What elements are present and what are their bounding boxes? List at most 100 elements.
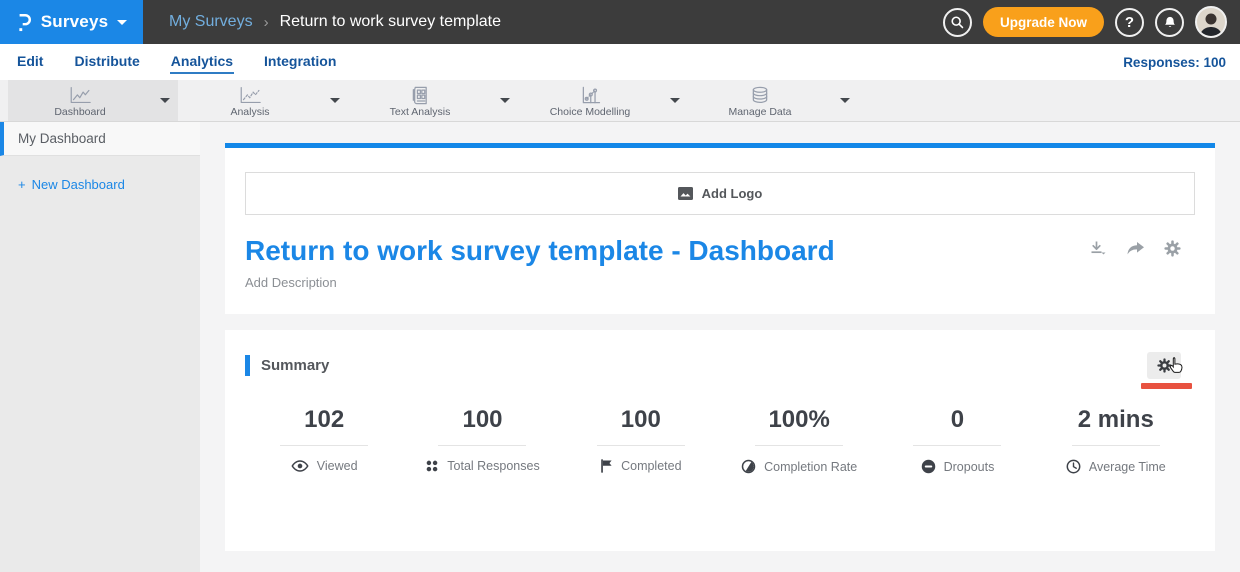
scatter-chart-icon — [579, 86, 601, 105]
add-description[interactable]: Add Description — [245, 275, 1195, 290]
settings-button[interactable] — [1164, 240, 1181, 257]
chevron-down-icon — [840, 98, 850, 103]
stat-value: 100 — [562, 406, 720, 434]
stat-label-row: Total Responses — [403, 459, 561, 473]
toolbar-item-label: Dashboard — [54, 106, 105, 118]
tab-analytics[interactable]: Analytics — [170, 50, 234, 74]
analysis-menu-caret[interactable] — [322, 98, 348, 103]
avatar[interactable] — [1195, 6, 1227, 38]
new-dashboard-button[interactable]: + New Dashboard — [18, 177, 200, 192]
summary-card: Summary — [225, 330, 1215, 551]
section-tabs: Edit Distribute Analytics Integration Re… — [0, 44, 1240, 80]
stat-value: 100 — [403, 406, 561, 434]
top-header: Surveys My Surveys › Return to work surv… — [0, 0, 1240, 44]
stat-value: 2 mins — [1037, 406, 1195, 434]
page-body: My Dashboard + New Dashboard Add Logo Re… — [0, 122, 1240, 572]
flag-icon — [600, 459, 613, 473]
stat-viewed: 102 Viewed — [245, 406, 403, 474]
text-analysis-button[interactable]: Text Analysis — [348, 83, 492, 118]
search-button[interactable] — [943, 8, 972, 37]
responses-count: Responses: 100 — [1123, 55, 1240, 70]
stat-divider — [438, 445, 526, 446]
image-icon — [678, 187, 693, 200]
stat-value: 100% — [720, 406, 878, 434]
breadcrumb: My Surveys › Return to work survey templ… — [169, 13, 501, 31]
stat-label-row: Dropouts — [878, 459, 1036, 474]
summary-stats: 102 Viewed 100 — [245, 406, 1195, 474]
toolbar-item-label: Choice Modelling — [550, 106, 631, 118]
upgrade-now-button[interactable]: Upgrade Now — [983, 7, 1104, 37]
stat-total-responses: 100 Total Responses — [403, 406, 561, 474]
chevron-down-icon — [330, 98, 340, 103]
stat-label: Completed — [621, 459, 681, 473]
gear-icon — [1157, 358, 1172, 373]
dashboard-sidebar: My Dashboard + New Dashboard — [0, 122, 200, 572]
toolbar-item-label: Analysis — [230, 106, 269, 118]
bell-icon — [1163, 15, 1177, 30]
plus-icon: + — [18, 177, 26, 192]
sidebar-item-my-dashboard[interactable]: My Dashboard — [0, 122, 200, 156]
page-title[interactable]: Return to work survey template - Dashboa… — [245, 234, 835, 268]
stat-label: Completion Rate — [764, 460, 857, 474]
add-logo-button[interactable]: Add Logo — [245, 172, 1195, 215]
tab-edit[interactable]: Edit — [16, 50, 44, 74]
pie-icon — [741, 459, 756, 474]
chevron-down-icon — [117, 20, 127, 25]
stat-label-row: Average Time — [1037, 459, 1195, 474]
stat-label-row: Completed — [562, 459, 720, 473]
stat-average-time: 2 mins Average Time — [1037, 406, 1195, 474]
trend-chart-icon — [238, 86, 262, 105]
share-icon — [1126, 241, 1145, 256]
stat-label-row: Completion Rate — [720, 459, 878, 474]
tab-integration[interactable]: Integration — [263, 50, 337, 74]
stat-label: Total Responses — [447, 459, 539, 473]
summary-settings-button[interactable] — [1147, 352, 1181, 379]
manage-data-menu-caret[interactable] — [832, 98, 858, 103]
tab-distribute[interactable]: Distribute — [73, 50, 140, 74]
grid-dots-icon — [425, 459, 439, 473]
title-row: Return to work survey template - Dashboa… — [245, 234, 1195, 268]
stat-divider — [755, 445, 843, 446]
breadcrumb-current: Return to work survey template — [280, 13, 501, 31]
manage-data-button[interactable]: Manage Data — [688, 83, 832, 118]
product-switcher[interactable]: Surveys — [0, 0, 143, 44]
sidebar-item-label: My Dashboard — [18, 131, 106, 146]
stat-label: Dropouts — [944, 460, 995, 474]
toolbar-item-text-analysis: Text Analysis — [348, 80, 518, 121]
choice-modelling-button[interactable]: Choice Modelling — [518, 83, 662, 118]
stat-divider — [913, 445, 1001, 446]
new-dashboard-label: New Dashboard — [32, 177, 125, 192]
add-logo-label: Add Logo — [702, 186, 763, 201]
text-analysis-menu-caret[interactable] — [492, 98, 518, 103]
dashboard-button[interactable]: Dashboard — [8, 83, 152, 118]
stat-divider — [1072, 445, 1160, 446]
stat-value: 0 — [878, 406, 1036, 434]
header-actions: Upgrade Now ? — [943, 6, 1240, 38]
search-icon — [950, 15, 965, 30]
stat-label-row: Viewed — [245, 459, 403, 473]
database-icon — [750, 86, 770, 105]
stat-value: 102 — [245, 406, 403, 434]
choice-modelling-menu-caret[interactable] — [662, 98, 688, 103]
toolbar-item-analysis: Analysis — [178, 80, 348, 121]
notifications-button[interactable] — [1155, 8, 1184, 37]
document-grid-icon — [410, 86, 430, 105]
chevron-down-icon — [160, 98, 170, 103]
gear-icon — [1164, 240, 1181, 257]
dashboard-main: Add Logo Return to work survey template … — [200, 122, 1240, 572]
red-highlight-marker — [1141, 383, 1192, 389]
toolbar-item-dashboard: Dashboard — [8, 80, 178, 121]
dashboard-menu-caret[interactable] — [152, 98, 178, 103]
minus-circle-icon — [921, 459, 936, 474]
share-button[interactable] — [1126, 241, 1145, 256]
help-button[interactable]: ? — [1115, 8, 1144, 37]
summary-settings-wrap — [1147, 352, 1181, 379]
analysis-button[interactable]: Analysis — [178, 83, 322, 118]
eye-icon — [291, 460, 309, 472]
toolbar-item-manage-data: Manage Data — [688, 80, 858, 121]
breadcrumb-parent[interactable]: My Surveys — [169, 13, 253, 31]
stat-divider — [597, 445, 685, 446]
download-button[interactable] — [1089, 240, 1107, 257]
clock-icon — [1066, 459, 1081, 474]
line-chart-icon — [68, 86, 92, 105]
